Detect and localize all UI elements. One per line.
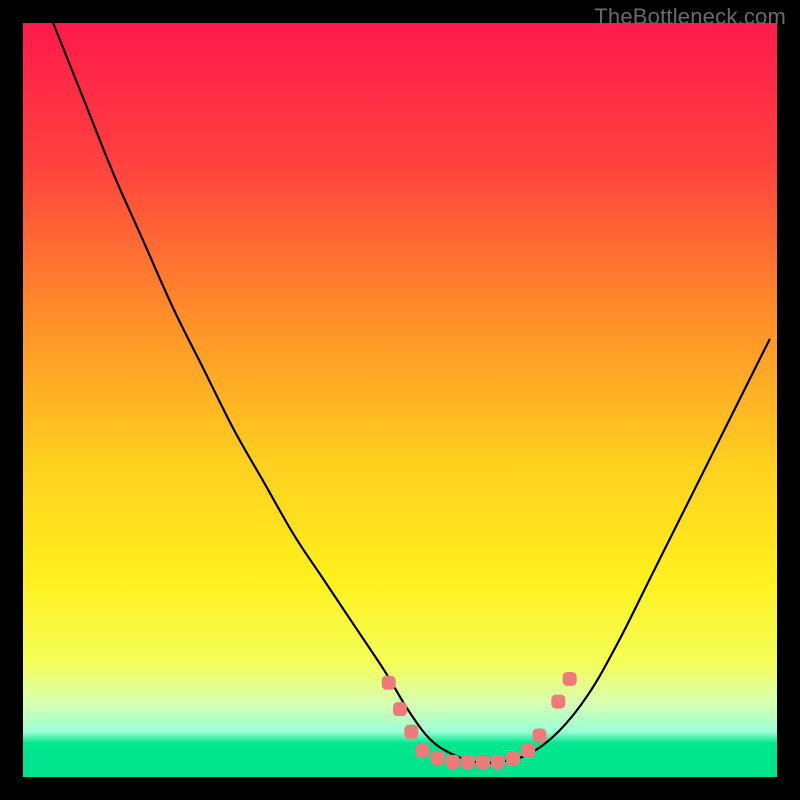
chart-frame: TheBottleneck.com [0, 0, 800, 800]
marker-point [404, 725, 418, 739]
marker-point [393, 702, 407, 716]
plot-area [23, 23, 777, 777]
marker-point [382, 676, 396, 690]
marker-point [506, 751, 520, 765]
marker-point [563, 672, 577, 686]
marker-point [476, 755, 490, 769]
marker-point [461, 755, 475, 769]
marker-point [551, 695, 565, 709]
highlighted-points [382, 672, 577, 769]
watermark-text: TheBottleneck.com [594, 4, 786, 30]
bottleneck-curve [53, 23, 769, 763]
marker-point [521, 744, 535, 758]
marker-point [491, 755, 505, 769]
curve-layer [23, 23, 777, 777]
marker-point [446, 755, 460, 769]
marker-point [431, 751, 445, 765]
marker-point [416, 744, 430, 758]
marker-point [532, 729, 546, 743]
